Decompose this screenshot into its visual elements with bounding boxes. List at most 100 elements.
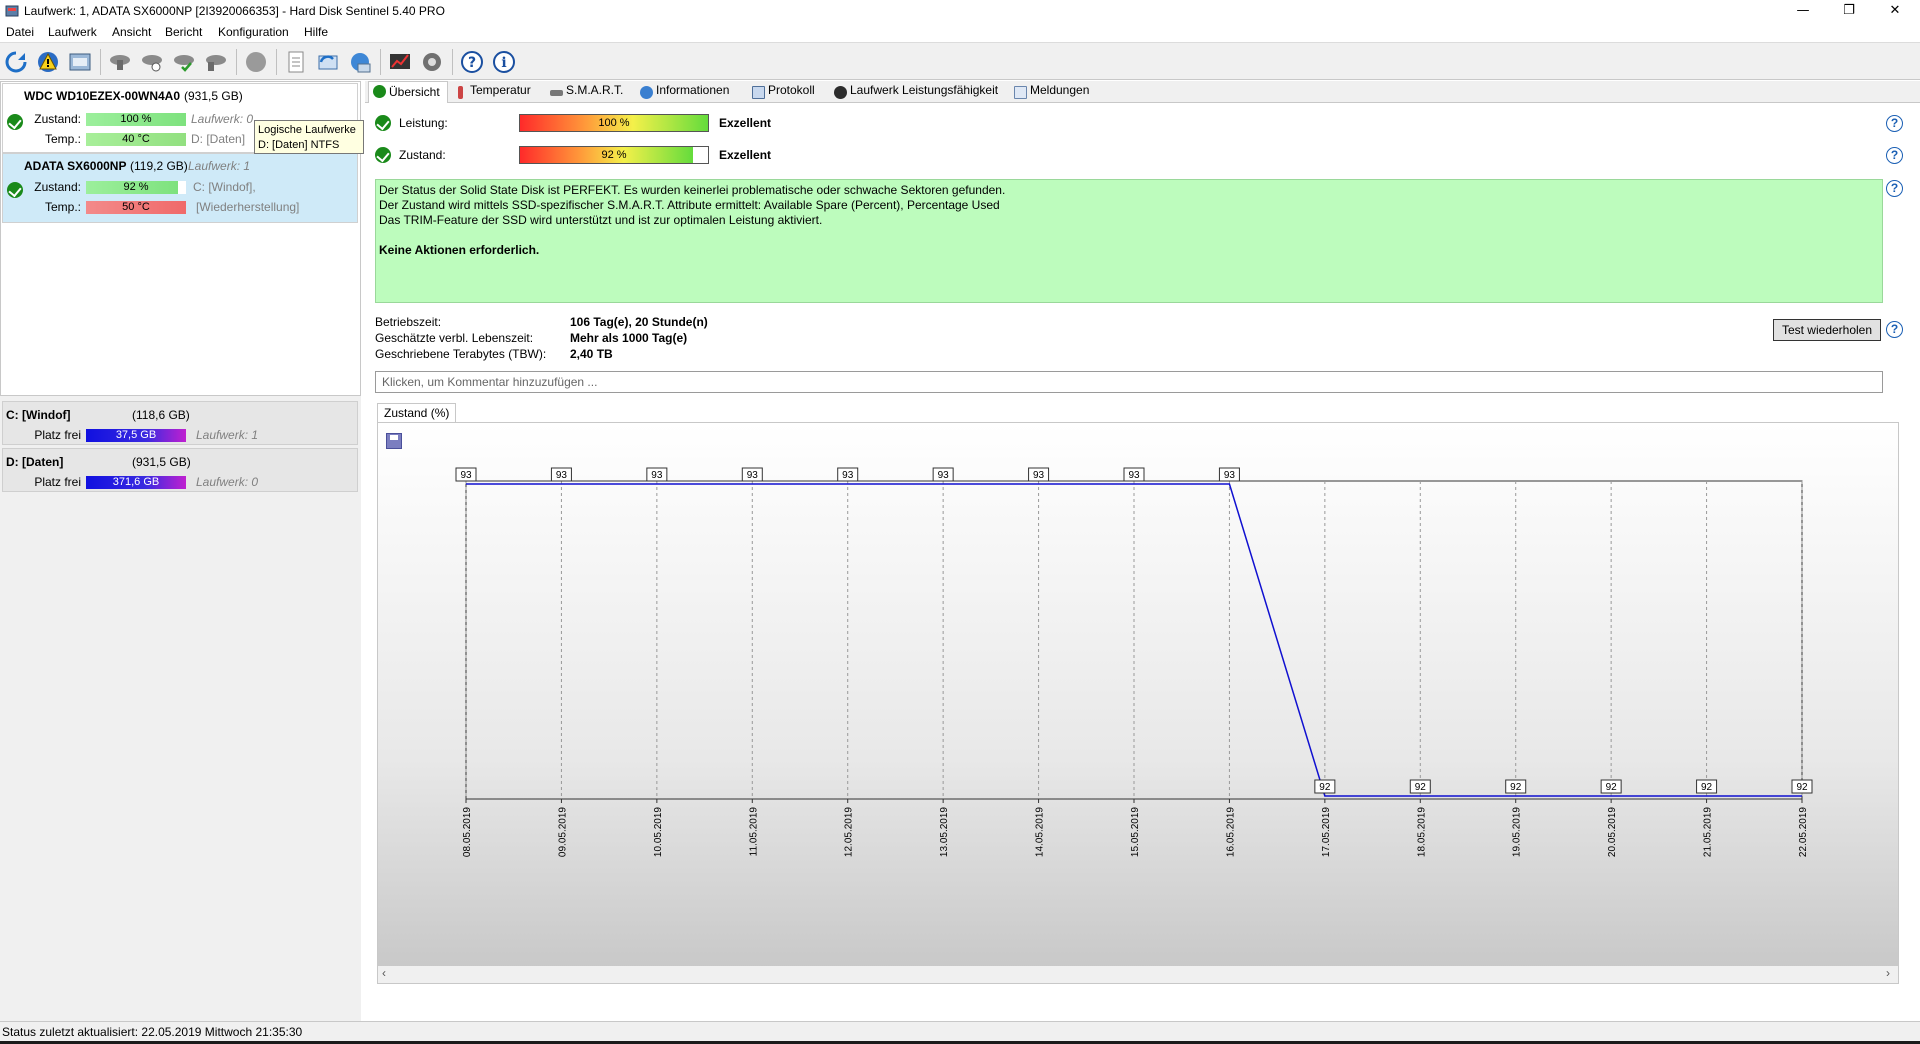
tooltip-line: Logische Laufwerke bbox=[258, 124, 356, 136]
x-tick-label: 08.05.2019 bbox=[462, 807, 473, 857]
performance-bar: 100 % bbox=[519, 114, 709, 132]
data-label: 92 bbox=[1701, 782, 1713, 793]
lifetime-label: Geschätzte verbl. Lebenszeit: bbox=[375, 331, 534, 345]
help-icon[interactable]: ? bbox=[1886, 147, 1903, 164]
data-label: 93 bbox=[842, 470, 854, 481]
report-icon[interactable] bbox=[68, 50, 92, 74]
health-chart-area: 08.05.2019 09.05.2019 10.05.2019 11.05.2019… bbox=[377, 422, 1899, 984]
help-icon[interactable]: ? bbox=[460, 50, 484, 74]
x-tick-label: 19.05.2019 bbox=[1512, 807, 1523, 857]
tab-bar: Übersicht Temperatur S.M.A.R.T. Informat… bbox=[365, 81, 1920, 103]
x-tick-label: 22.05.2019 bbox=[1798, 807, 1809, 857]
toolbar-separator bbox=[452, 49, 453, 75]
data-label: 93 bbox=[460, 470, 472, 481]
volume-card-d[interactable]: D: [Daten] (931,5 GB) Platz frei 371,6 G… bbox=[2, 448, 358, 492]
health-value: 100 % bbox=[120, 113, 152, 125]
scroll-right-icon[interactable]: › bbox=[1886, 966, 1890, 980]
partition-label: C: [Windof], bbox=[193, 180, 256, 194]
document-icon[interactable] bbox=[284, 50, 308, 74]
tools-icon[interactable] bbox=[420, 50, 444, 74]
tab-leistung[interactable]: Laufwerk Leistungsfähigkeit bbox=[830, 83, 1008, 103]
menu-hilfe[interactable]: Hilfe bbox=[304, 25, 328, 39]
health-bar: 92 % bbox=[519, 146, 709, 164]
performance-icon[interactable] bbox=[388, 50, 412, 74]
help-icon[interactable]: ? bbox=[1886, 321, 1903, 338]
data-label: 93 bbox=[938, 470, 950, 481]
detail-panel: Übersicht Temperatur S.M.A.R.T. Informat… bbox=[365, 81, 1920, 1021]
tab-temperatur[interactable]: Temperatur bbox=[450, 83, 544, 103]
info-icon[interactable]: i bbox=[492, 50, 516, 74]
menu-konfiguration[interactable]: Konfiguration bbox=[218, 25, 289, 39]
smart-icon bbox=[550, 90, 563, 96]
volume-name: C: [Windof] bbox=[6, 408, 71, 422]
temp-bar: 50 °C bbox=[86, 201, 186, 214]
disk-test-icon[interactable] bbox=[140, 50, 164, 74]
drive-ref: Laufwerk: 0 bbox=[191, 112, 254, 126]
maximize-button[interactable]: ❐ bbox=[1826, 0, 1872, 22]
chart-tab-health[interactable]: Zustand (%) bbox=[377, 403, 457, 423]
health-ok-icon bbox=[375, 147, 391, 163]
temp-value: 40 °C bbox=[122, 133, 150, 145]
tab-smart[interactable]: S.M.A.R.T. bbox=[546, 83, 634, 103]
alert-icon[interactable] bbox=[36, 50, 60, 74]
status-line: Das TRIM-Feature der SSD wird unterstütz… bbox=[379, 213, 823, 227]
x-tick-label: 13.05.2019 bbox=[939, 807, 950, 857]
x-tick-label: 12.05.2019 bbox=[844, 807, 855, 857]
menu-datei[interactable]: Datei bbox=[6, 25, 34, 39]
drive-ref: Laufwerk: 1 bbox=[196, 428, 259, 442]
drive-tooltip: Logische Laufwerke D: [Daten] NTFS bbox=[254, 120, 364, 154]
tab-protokoll[interactable]: Protokoll bbox=[748, 83, 828, 103]
disk-card-adata[interactable]: ADATA SX6000NP (119,2 GB) Laufwerk: 1 Zu… bbox=[2, 153, 358, 223]
disk-surface-icon[interactable] bbox=[244, 50, 268, 74]
app-icon bbox=[5, 5, 19, 17]
temp-bar: 40 °C bbox=[86, 133, 186, 146]
partition-label: D: [Daten] bbox=[191, 132, 246, 146]
disk-list-panel: WDC WD10EZEX-00WN4A0 (931,5 GB) Zustand:… bbox=[0, 81, 361, 1021]
svg-text:?: ? bbox=[468, 55, 476, 71]
menu-laufwerk[interactable]: Laufwerk bbox=[48, 25, 97, 39]
refresh-icon[interactable] bbox=[4, 50, 28, 74]
tab-uebersicht[interactable]: Übersicht bbox=[368, 81, 448, 103]
close-button[interactable]: ✕ bbox=[1872, 0, 1918, 22]
performance-rating: Exzellent bbox=[719, 116, 772, 130]
window-title: Laufwerk: 1, ADATA SX6000NP [2I392006635… bbox=[24, 4, 445, 18]
tab-informationen[interactable]: Informationen bbox=[636, 83, 746, 103]
disk-tool-icon[interactable] bbox=[108, 50, 132, 74]
data-label: 92 bbox=[1796, 782, 1808, 793]
scroll-left-icon[interactable]: ‹ bbox=[382, 966, 386, 980]
horizontal-scrollbar[interactable]: ‹ › bbox=[378, 966, 1898, 983]
x-tick-label: 17.05.2019 bbox=[1321, 807, 1332, 857]
minimize-button[interactable]: — bbox=[1780, 0, 1826, 22]
menu-ansicht[interactable]: Ansicht bbox=[112, 25, 151, 39]
drive-ref: Laufwerk: 1 bbox=[188, 159, 251, 173]
free-space-label: Platz frei bbox=[34, 475, 81, 489]
tbw-label: Geschriebene Terabytes (TBW): bbox=[375, 347, 547, 361]
help-icon[interactable]: ? bbox=[1886, 180, 1903, 197]
volume-name: D: [Daten] bbox=[6, 455, 64, 469]
network-icon[interactable] bbox=[348, 50, 372, 74]
disk-check-icon[interactable] bbox=[172, 50, 196, 74]
toolbar: ? i bbox=[0, 42, 1920, 80]
comment-input[interactable]: Klicken, um Kommentar hinzuzufügen ... bbox=[375, 371, 1883, 393]
disk-erase-icon[interactable] bbox=[204, 50, 228, 74]
status-ok-icon bbox=[7, 182, 23, 198]
messages-icon bbox=[1014, 86, 1027, 99]
volume-card-c[interactable]: C: [Windof] (118,6 GB) Platz frei 37,5 G… bbox=[2, 401, 358, 445]
menu-bar: Datei Laufwerk Ansicht Bericht Konfigura… bbox=[0, 22, 1920, 42]
performance-ok-icon bbox=[375, 115, 391, 131]
data-label: 93 bbox=[1033, 470, 1045, 481]
retest-button[interactable]: Test wiederholen bbox=[1773, 319, 1881, 341]
tab-meldungen[interactable]: Meldungen bbox=[1010, 83, 1100, 103]
x-tick-label: 16.05.2019 bbox=[1225, 807, 1236, 857]
data-label: 93 bbox=[747, 470, 759, 481]
temp-value: 50 °C bbox=[122, 201, 150, 213]
help-icon[interactable]: ? bbox=[1886, 115, 1903, 132]
free-space-bar: 371,6 GB bbox=[86, 476, 186, 489]
send-report-icon[interactable] bbox=[316, 50, 340, 74]
health-bar: 100 % bbox=[86, 113, 186, 126]
data-label: 93 bbox=[556, 470, 568, 481]
health-label: Zustand: bbox=[399, 148, 446, 162]
data-label: 93 bbox=[1224, 470, 1236, 481]
temp-label: Temp.: bbox=[44, 132, 81, 146]
menu-bericht[interactable]: Bericht bbox=[165, 25, 202, 39]
